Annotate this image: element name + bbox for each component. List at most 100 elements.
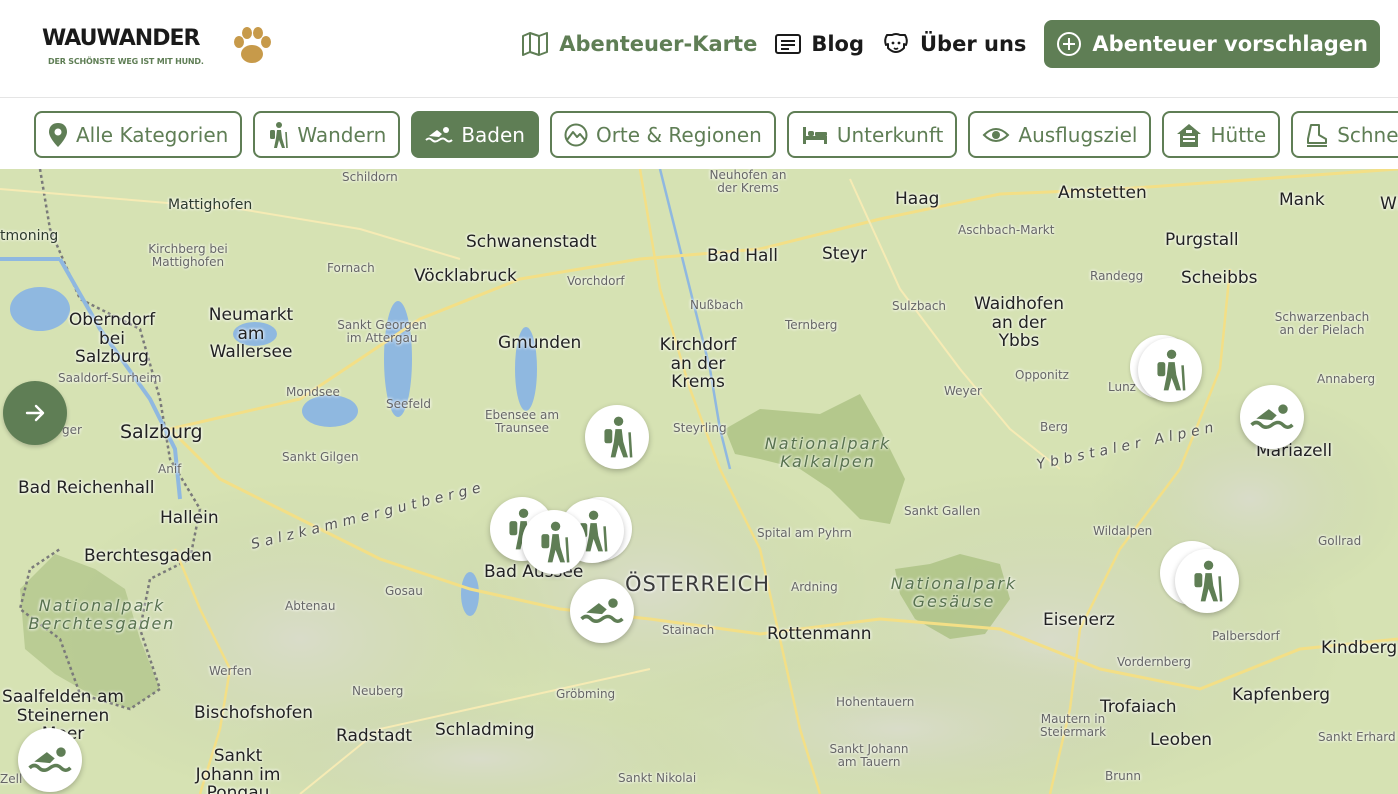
category-orte-regionen[interactable]: Orte & Regionen [549,111,776,158]
category-label: Unterkunft [836,122,944,147]
map-label: Bad Reichenhall [18,478,155,498]
paw-icon [234,27,271,63]
map-label: Stainach [662,623,715,637]
map-label: Schladming [435,720,535,740]
map-label: Saaldorf-Surheim [58,371,162,385]
map-marker-hiking[interactable] [1175,549,1239,613]
category-label: Schnees [1337,122,1398,147]
map-label: Brunn [1105,769,1141,783]
map-label: Eisenerz [1043,610,1115,630]
nav-label: Abenteuer-Karte [559,32,758,56]
logo-tagline: DER SCHÖNSTE WEG IST MIT HUND. [48,57,204,66]
category-schnee[interactable]: Schnees [1291,111,1398,158]
dog-icon [884,33,908,53]
category-huette[interactable]: Hütte [1162,111,1281,158]
map-label: Gröbming [556,687,616,701]
map-label: Berg [1040,420,1068,434]
map-marker-swimming[interactable] [18,728,82,792]
hiker-icon [541,521,570,563]
category-bar: Alle Kategorien Wandern Baden Orte & Reg… [0,99,1398,169]
map-label: Hohentauern [836,695,915,709]
map-label: Scheibbs [1181,268,1258,288]
swimmer-icon [1250,404,1294,429]
map-label: Kapfenberg [1232,685,1331,705]
map-label: Kirchberg bei Mattighofen [148,242,228,270]
map-label: Berchtesgaden [84,546,213,566]
map-label: tmoning [0,228,59,244]
map-label: Gosau [385,584,423,598]
logo[interactable]: WAUWANDER DER SCHÖNSTE WEG IST MIT HUND. [42,24,282,74]
map-label: Amstetten [1058,183,1147,203]
map-label: Randegg [1090,269,1144,283]
map-label: Oberndorf bei Salzburg [68,310,156,368]
map-marker-hiking[interactable] [1138,338,1202,402]
category-alle-kategorien[interactable]: Alle Kategorien [34,111,243,158]
map-label: Nußbach [690,298,744,312]
map-label: Rottenmann [767,624,872,644]
map-label: Leoben [1150,730,1213,750]
map-label: Purgstall [1165,230,1239,250]
nav-blog[interactable]: Blog [775,32,864,56]
map-marker-swimming[interactable] [1240,385,1304,449]
swimmer-icon [28,747,72,772]
nav-abenteuer-karte[interactable]: Abenteuer-Karte [521,32,757,56]
map-label: Nationalpark Kalkalpen [764,434,892,471]
map-label: Werfen [209,664,252,678]
map-label: Waidhofen an der Ybbs [973,294,1065,352]
category-baden[interactable]: Baden [411,111,539,158]
category-label: Hütte [1210,122,1267,147]
map-label: Radstadt [336,726,413,746]
hiker-icon [1157,349,1186,391]
snow-boot-icon [1307,123,1328,147]
category-label: Ausflugsziel [1018,122,1138,147]
logo-wordmark: WAUWANDER [42,26,200,51]
map-label: Seefeld [386,397,431,411]
nav-ueber-uns[interactable]: Über uns [882,32,1026,56]
newspaper-icon [775,34,802,54]
map-label: ÖSTERREICH [625,572,771,596]
map-label: Gmunden [498,333,582,353]
map-marker-hiking[interactable] [585,405,649,469]
map-label: Abtenau [285,599,336,613]
map-label: Wi [1380,194,1398,214]
eye-icon [982,127,1010,142]
category-unterkunft[interactable]: Unterkunft [786,111,958,158]
map-label: Palbersdorf [1212,629,1280,643]
map-label: Weyer [944,384,982,398]
map-label: Sankt Nikolai [618,771,697,785]
open-sidebar-button[interactable] [3,381,67,445]
map-label: Bad Hall [707,246,778,266]
suggest-adventure-button[interactable]: Abenteuer vorschlagen [1044,20,1380,68]
map[interactable]: Mattighofen tmoning Kirchberg bei Mattig… [0,169,1398,794]
nav-label: Über uns [920,32,1027,56]
swimmer-icon [425,126,454,142]
map-label: Mautern in Steiermark [1039,712,1107,740]
map-label: Salzburg [120,421,203,443]
map-label: Sankt Erhard [1318,730,1396,744]
map-label: Sulzbach [892,299,947,313]
map-label: Kirchdorf an der Krems [659,335,737,393]
map-label: Steyrling [673,421,727,435]
map-label: Ardning [791,580,838,594]
map-label: Anif [158,462,182,476]
category-label: Baden [461,122,525,147]
map-label: Schwanenstadt [466,232,597,252]
map-label: Vorchdorf [567,274,625,288]
map-marker-hiking[interactable] [522,510,586,574]
map-label: Schwarzenbach an der Pielach [1274,310,1370,338]
category-chips: Alle Kategorien Wandern Baden Orte & Reg… [34,111,1398,158]
map-label: Ebensee am Traunsee [484,408,560,436]
map-label: Neuberg [352,684,404,698]
map-label: Sankt Gilgen [282,450,359,464]
map-label: Vordernberg [1117,655,1192,669]
map-marker-swimming[interactable] [570,579,634,643]
swimmer-icon [580,598,624,623]
cta-label: Abenteuer vorschlagen [1092,32,1368,56]
category-wandern[interactable]: Wandern [253,111,401,158]
category-label: Orte & Regionen [595,122,762,147]
map-label: Vöcklabruck [414,266,517,286]
category-ausflugsziel[interactable]: Ausflugsziel [968,111,1152,158]
map-label: ger [62,423,82,437]
map-label: Trofaiach [1100,697,1177,717]
hiker-icon [604,416,633,458]
